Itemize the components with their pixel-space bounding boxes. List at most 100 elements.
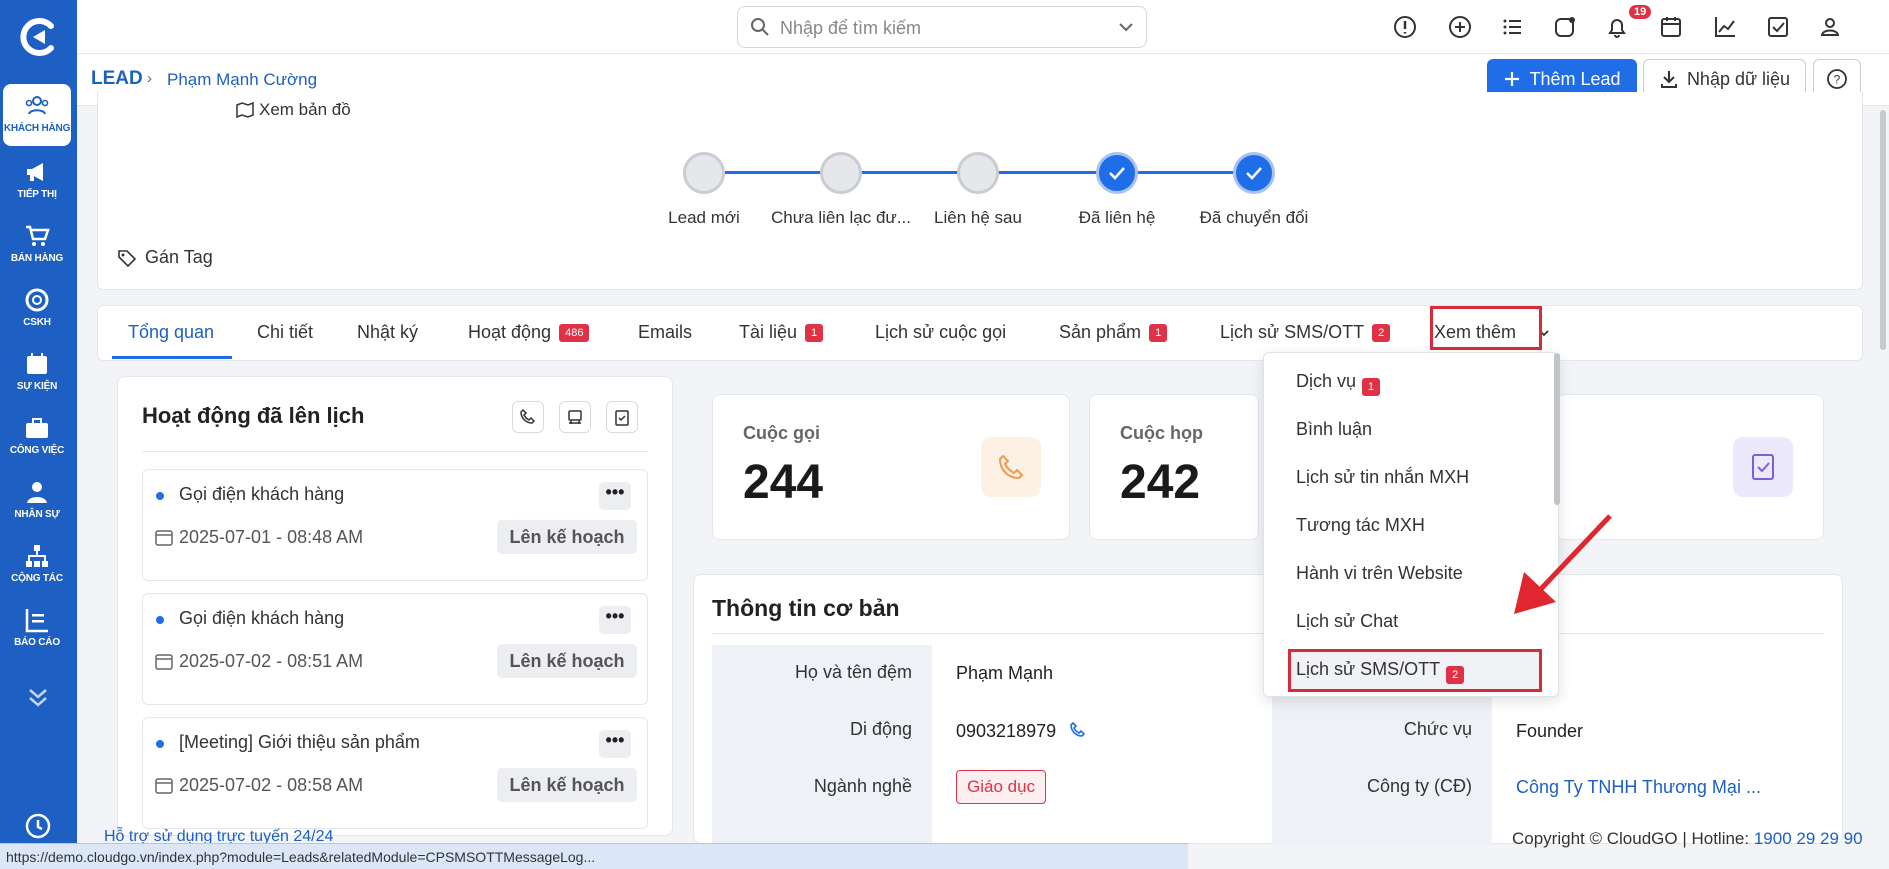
tab-label: Hoạt động (468, 322, 552, 342)
stat-label: Cuộc gọi (743, 423, 820, 443)
field-value[interactable]: Founder (1516, 721, 1583, 742)
sidebar-item-support[interactable]: CSKH (3, 278, 71, 340)
tab-label: Lịch sử SMS/OTT (1220, 322, 1365, 342)
hotline-label: | Hotline: (1682, 829, 1750, 848)
panel-title: Hoạt động đã lên lịch (142, 403, 365, 428)
tab-call-history[interactable]: Lịch sử cuộc gọi (875, 322, 1006, 343)
stage-contact-later[interactable] (957, 152, 999, 194)
stage-converted[interactable] (1233, 152, 1275, 194)
checkbox-icon[interactable] (1765, 14, 1791, 40)
phone-glyph (998, 454, 1024, 480)
dropdown-item-social-messages[interactable]: Lịch sử tin nhắn MXH (1296, 467, 1469, 488)
activity-item[interactable]: Gọi điện khách hàng ••• 2025-07-01 - 08:… (142, 469, 648, 581)
report-list-icon (25, 609, 48, 633)
dropdown-scrollbar[interactable] (1554, 353, 1560, 505)
tab-overview[interactable]: Tổng quan (128, 322, 214, 343)
calendar-icon[interactable] (1658, 14, 1684, 40)
tab-activities[interactable]: Hoạt động 486 (468, 322, 590, 343)
plan-button[interactable]: Lên kế hoạch (497, 644, 637, 678)
sidebar-item-tasks[interactable]: CÔNG VIỆC (3, 406, 71, 468)
download-icon (1660, 71, 1677, 88)
activity-date: 2025-07-02 - 08:58 AM (179, 775, 364, 795)
field-label: Ngành nghề (813, 776, 912, 796)
tab-label: Tài liệu (739, 322, 798, 342)
sidebar-item-sales[interactable]: BÁN HÀNG (3, 214, 71, 276)
import-data-label: Nhập dữ liệu (1686, 68, 1791, 89)
sidebar-item-label: CỘNG TÁC (11, 573, 63, 584)
dropdown-item-website-behavior[interactable]: Hành vi trên Website (1296, 563, 1463, 584)
dropdown-item-label: Lịch sử SMS/OTT (1296, 659, 1441, 679)
tab-badge: 1 (805, 324, 824, 342)
stage-new[interactable] (683, 152, 725, 194)
log-meeting-button[interactable] (559, 401, 591, 433)
sidebar-item-reports[interactable]: BÁO CÁO (3, 598, 71, 660)
chevron-down-icon[interactable] (1118, 21, 1134, 33)
sidebar-item-hr[interactable]: NHÂN SỰ (3, 470, 71, 532)
list-icon[interactable] (1500, 14, 1526, 40)
field-label: Di động (849, 719, 912, 739)
plan-button[interactable]: Lên kế hoạch (497, 520, 637, 554)
clipboard-check-glyph (1752, 454, 1774, 480)
sidebar-item-events[interactable]: SỰ KIỆN (3, 342, 71, 404)
sidebar-item-label: BÁO CÁO (14, 637, 60, 648)
field-value[interactable]: Phạm Mạnh (956, 663, 1053, 684)
plus-circle-icon[interactable] (1447, 14, 1473, 40)
org-chart-icon (26, 545, 48, 567)
log-task-button[interactable] (606, 401, 638, 433)
lifebuoy-icon (25, 288, 49, 312)
hotline-number[interactable]: 1900 29 29 90 (1754, 829, 1863, 848)
search-input[interactable]: Nhập để tìm kiếm (737, 6, 1147, 48)
tab-log[interactable]: Nhật ký (357, 322, 418, 343)
field-label: Họ và tên đệm (794, 662, 912, 682)
dropdown-item-social-interactions[interactable]: Tương tác MXH (1296, 515, 1425, 536)
clock-icon[interactable] (24, 812, 52, 840)
chat-refresh-icon[interactable] (1552, 14, 1578, 40)
bell-icon[interactable] (1604, 14, 1630, 40)
plan-button[interactable]: Lên kế hoạch (497, 768, 637, 802)
page-scrollbar[interactable] (1880, 110, 1886, 350)
expand-more-icon[interactable] (24, 686, 52, 710)
breadcrumb-separator: › (147, 70, 152, 87)
section-title: Thông tin cơ bản (712, 595, 900, 621)
activity-item[interactable]: Gọi điện khách hàng ••• 2025-07-02 - 08:… (142, 593, 648, 705)
tab-products[interactable]: Sản phẩm 1 (1059, 322, 1168, 343)
megaphone-icon (27, 163, 43, 181)
phone-icon[interactable] (1069, 721, 1087, 739)
sidebar-item-customers[interactable]: KHÁCH HÀNG (3, 84, 71, 146)
sidebar-item-marketing[interactable]: TIẾP THỊ (3, 150, 71, 212)
status-dot (156, 492, 164, 500)
more-options-button[interactable]: ••• (599, 482, 631, 510)
stage-not-contacted[interactable] (820, 152, 862, 194)
dropdown-item-services[interactable]: Dịch vụ 1 (1296, 371, 1381, 396)
phone-value[interactable]: 0903218979 (956, 721, 1056, 742)
more-options-button[interactable]: ••• (599, 730, 631, 758)
stat-label: Cuộc họp (1120, 423, 1203, 443)
stat-card-meetings[interactable]: Cuộc họp 242 (1089, 394, 1259, 540)
more-options-button[interactable]: ••• (599, 606, 631, 634)
briefcase-icon (26, 418, 48, 438)
stage-contacted[interactable] (1096, 152, 1138, 194)
assign-tag-label[interactable]: Gán Tag (145, 247, 213, 268)
user-icon[interactable] (1817, 14, 1843, 40)
dropdown-item-comments[interactable]: Bình luận (1296, 419, 1372, 440)
tab-label: Sản phẩm (1059, 322, 1142, 342)
breadcrumb-module[interactable]: LEAD (91, 68, 143, 90)
alert-circle-icon[interactable] (1392, 14, 1418, 40)
cart-icon (26, 225, 50, 246)
company-link[interactable]: Công Ty TNHH Thương Mại ... (1516, 777, 1761, 798)
sidebar-item-collaboration[interactable]: CỘNG TÁC (3, 534, 71, 596)
tab-details[interactable]: Chi tiết (257, 322, 313, 343)
industry-chip[interactable]: Giáo dục (956, 770, 1047, 804)
tab-emails[interactable]: Emails (638, 322, 692, 343)
activity-item[interactable]: [Meeting] Giới thiệu sản phẩm ••• 2025-0… (142, 717, 648, 829)
dropdown-item-sms-ott-history[interactable]: Lịch sử SMS/OTT 2 (1296, 659, 1465, 684)
map-link[interactable]: Xem bản đồ (259, 100, 351, 120)
tab-badge: 486 (559, 324, 590, 342)
tab-documents[interactable]: Tài liệu 1 (739, 322, 824, 343)
tab-sms-ott[interactable]: Lịch sử SMS/OTT 2 (1220, 322, 1391, 343)
line-chart-icon[interactable] (1712, 14, 1738, 40)
log-call-button[interactable] (512, 401, 544, 433)
dropdown-item-chat-history[interactable]: Lịch sử Chat (1296, 611, 1398, 632)
cloudgo-logo-icon[interactable] (15, 14, 61, 60)
stat-card-calls[interactable]: Cuộc gọi 244 (712, 394, 1070, 540)
